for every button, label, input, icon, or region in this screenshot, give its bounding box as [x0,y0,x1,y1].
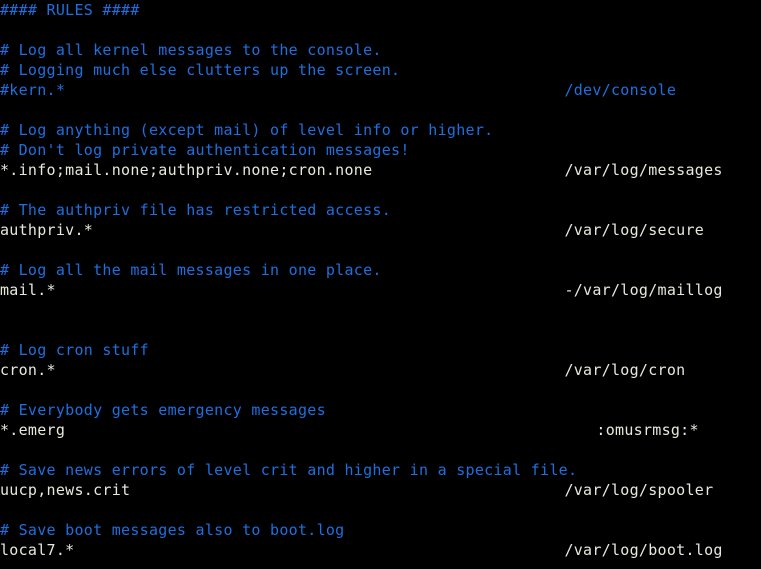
config-comment-line: # Log anything (except mail) of level in… [0,120,761,140]
config-comment-line: # Save news errors of level crit and hig… [0,460,761,480]
rule-selector: local7.* [0,541,75,559]
config-comment-line: # Log cron stuff [0,340,761,360]
comment-text: # Log all the mail messages in one place… [0,261,382,279]
config-rule-line: mail.* -/var/log/maillog [0,280,761,300]
rule-selector: *.info;mail.none;authpriv.none;cron.none [0,161,373,179]
config-comment-line: #kern.* /dev/console [0,80,761,100]
rule-target: /var/log/cron [564,361,686,379]
config-rule-line: authpriv.* /var/log/secure [0,220,761,240]
comment-text: # Don't log private authentication messa… [0,141,410,159]
config-comment-line: # Log all kernel messages to the console… [0,40,761,60]
rule-target: /var/log/messages [564,161,723,179]
rule-selector: mail.* [0,281,56,299]
config-comment-line: #### RULES #### [0,0,761,20]
config-comment-line: # Logging much else clutters up the scre… [0,60,761,80]
rule-selector: authpriv.* [0,221,94,239]
config-rule-line: uucp,news.crit/var/log/spooler [0,480,761,500]
config-rule-line: *.emerg :omusrmsg:* [0,420,761,440]
comment-text: # Log cron stuff [0,341,149,359]
rule-selector: uucp,news.crit [0,481,131,499]
rule-selector: cron.* [0,361,56,379]
comment-text: # Everybody gets emergency messages [0,401,326,419]
rule-selector: *.emerg [0,421,66,439]
rule-target: /var/log/secure [564,221,705,239]
config-comment-line: # Don't log private authentication messa… [0,140,761,160]
rule-target: /dev/console [564,81,677,99]
comment-text: #### RULES #### [0,1,140,19]
comment-text: # Log anything (except mail) of level in… [0,121,494,139]
config-comment-line: # The authpriv file has restricted acces… [0,200,761,220]
config-comment-line: # Everybody gets emergency messages [0,400,761,420]
terminal-screen[interactable]: #### RULES #### # Log all kernel messages… [0,0,761,569]
comment-text: # Logging much else clutters up the scre… [0,61,401,79]
config-rule-line: cron.* /var/log/cron [0,360,761,380]
rule-target: /var/log/boot.log [564,541,723,559]
config-rule-line: local7.* /var/log/boot.log [0,540,761,560]
comment-text: # Save news errors of level crit and hig… [0,461,578,479]
comment-text: # Log all kernel messages to the console… [0,41,382,59]
comment-text: # Save boot messages also to boot.log [0,521,345,539]
rule-target: :omusrmsg:* [596,421,699,439]
config-comment-line: # Log all the mail messages in one place… [0,260,761,280]
comment-text: # The authpriv file has restricted acces… [0,201,392,219]
config-rule-line: *.info;mail.none;authpriv.none;cron.none… [0,160,761,180]
rule-selector: #kern.* [0,81,66,99]
config-comment-line: # Save boot messages also to boot.log [0,520,761,540]
rule-target: -/var/log/maillog [564,281,723,299]
rule-target: /var/log/spooler [564,481,714,499]
